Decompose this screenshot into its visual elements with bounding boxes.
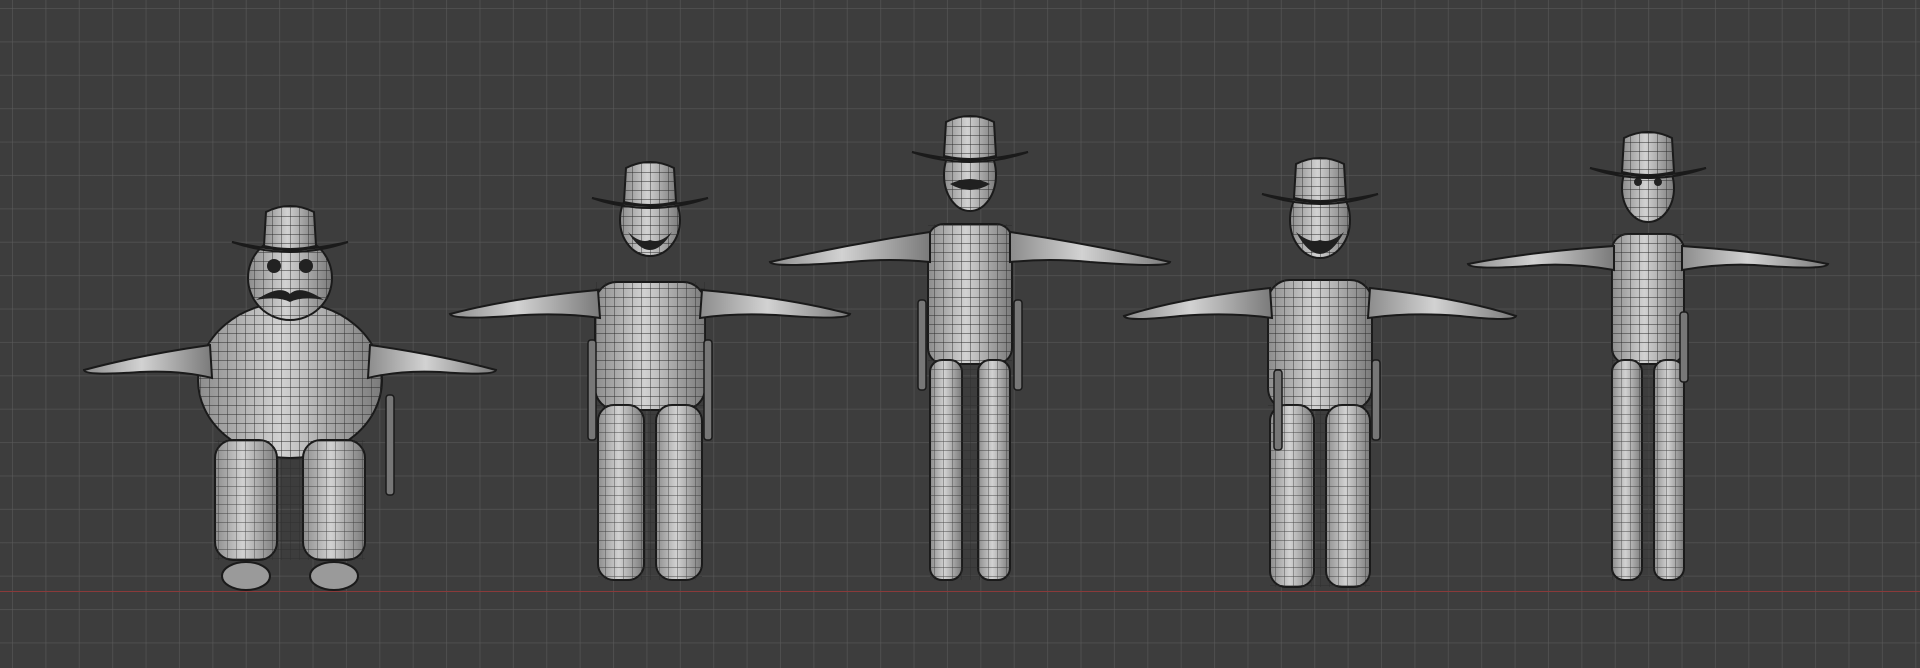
tall-sheriff-model[interactable] bbox=[768, 115, 1172, 581]
stout-sheriff-model[interactable] bbox=[82, 205, 498, 591]
bearded-deputy-model[interactable] bbox=[1122, 157, 1518, 588]
bearded-sheriff-model[interactable] bbox=[448, 161, 852, 581]
character-lineup bbox=[82, 115, 1830, 591]
female-sheriff-model[interactable] bbox=[1466, 131, 1830, 581]
3d-viewport[interactable] bbox=[0, 0, 1920, 668]
